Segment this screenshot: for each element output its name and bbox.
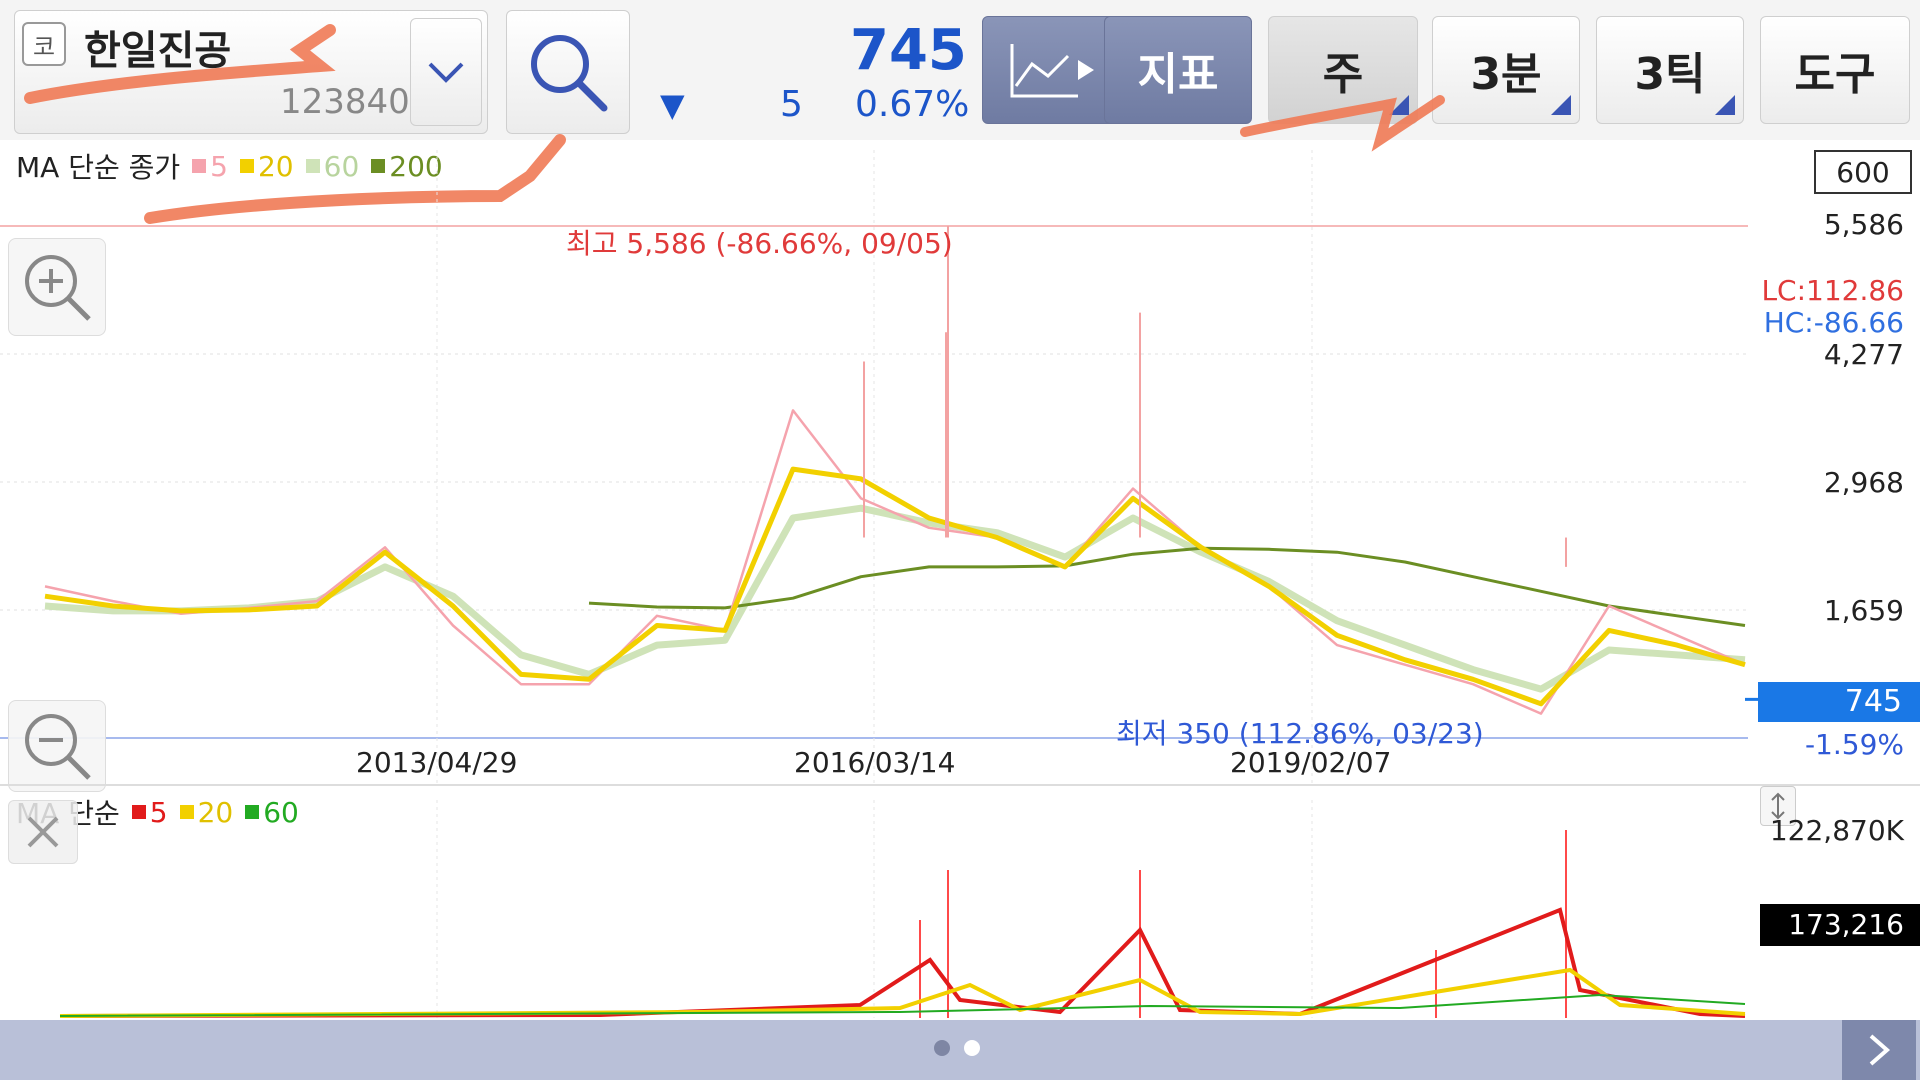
x-tick-label: 2019/02/07: [1230, 746, 1392, 779]
price-chart: [0, 150, 1758, 784]
zoom-out-icon: [25, 714, 91, 780]
ma-line-200: [588, 546, 1746, 627]
hc-label: HC:-86.66: [1763, 306, 1904, 339]
current-price-tag: 745: [1758, 682, 1920, 722]
current-change-pct: -1.59%: [1804, 728, 1904, 761]
volume-ma5-line: [59, 907, 1746, 1018]
ma-line-5: [44, 409, 1746, 715]
zoom-in-button[interactable]: [8, 238, 106, 336]
x-tick-label: 2016/03/14: [794, 746, 956, 779]
volume-chart: [59, 800, 1746, 1018]
y-tick-label: 2,968: [1823, 466, 1904, 499]
page-indicator: [934, 1040, 980, 1056]
y-tick-label: 1,659: [1823, 594, 1904, 627]
page-dot[interactable]: [934, 1040, 950, 1056]
high-label: 최고 5,586 (-86.66%, 09/05): [566, 227, 953, 260]
y-tick-label: 5,586: [1823, 208, 1904, 241]
next-button[interactable]: [1842, 1020, 1916, 1080]
lc-label: LC:112.86: [1761, 274, 1904, 307]
ma-line-20: [44, 466, 1746, 707]
ma-line-60: [44, 504, 1746, 693]
pane-divider[interactable]: [0, 784, 1920, 786]
x-tick-label: 2013/04/29: [356, 746, 518, 779]
chevron-right-icon: [1869, 1034, 1891, 1066]
zoom-in-icon: [25, 255, 91, 321]
y-tick-label: 4,277: [1823, 338, 1904, 371]
page-dot-active[interactable]: [964, 1040, 980, 1056]
zoom-out-button[interactable]: [8, 700, 106, 792]
